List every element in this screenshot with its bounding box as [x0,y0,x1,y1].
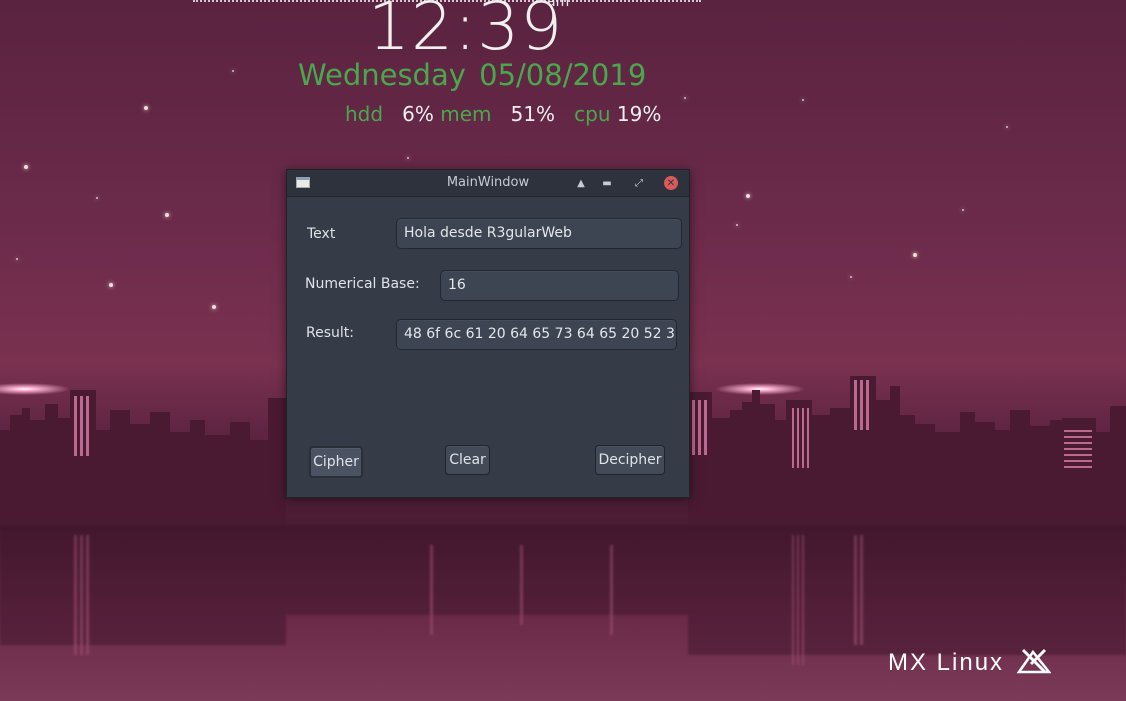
hdd-label: hdd [345,102,384,126]
text-label: Text [307,226,336,242]
cpu-value: 19% [616,102,662,126]
text-input[interactable]: Hola desde R3gularWeb [396,218,682,249]
star [144,106,148,110]
star [962,209,964,211]
close-icon[interactable]: ✕ [664,176,678,190]
hdd-value: 6% [402,102,434,126]
result-label: Result: [306,325,354,341]
logo-text: MX Linux [888,649,1005,676]
star [16,258,18,260]
star [802,99,804,101]
numerical-base-input[interactable]: 16 [440,270,679,301]
star [24,165,28,169]
star [109,283,113,287]
shade-icon[interactable]: ▲ [573,175,589,191]
window-titlebar[interactable]: MainWindow ▲ ▬ ⤢ ✕ [287,170,689,197]
day-name: Wednesday [298,58,466,92]
star [212,305,216,309]
clear-button[interactable]: Clear [445,445,490,475]
minimize-icon[interactable]: ▬ [599,175,615,191]
date-value: 05/08/2019 [479,58,647,92]
cipher-button[interactable]: Cipher [309,446,363,478]
star [407,157,409,159]
star [96,197,98,199]
star [165,213,169,217]
star [1006,126,1008,128]
star [736,224,738,226]
star [684,97,686,99]
main-window: MainWindow ▲ ▬ ⤢ ✕ Text Hola desde R3gul… [286,169,690,498]
numerical-base-label: Numerical Base: [305,276,420,292]
star [913,253,917,257]
cpu-label: cpu [574,102,611,126]
clock-ampm: am [547,0,570,10]
maximize-icon[interactable]: ⤢ [631,175,647,191]
star [232,70,234,72]
mem-value: 51% [510,102,556,126]
result-field[interactable]: 48 6f 6c 61 20 64 65 73 64 65 20 52 33 6… [396,319,677,350]
mx-logo-icon [1016,648,1052,674]
mx-linux-logo: MX Linux [888,648,1052,677]
decipher-button[interactable]: Decipher [595,445,665,475]
window-title: MainWindow [446,175,530,190]
star [850,276,852,278]
star [746,194,750,198]
system-stats: hdd 6% mem 51% cpu 19% [345,102,661,126]
clock-time: 12:39 [368,0,564,65]
mem-label: mem [440,102,492,126]
clock-date: Wednesday 05/08/2019 [298,58,646,92]
